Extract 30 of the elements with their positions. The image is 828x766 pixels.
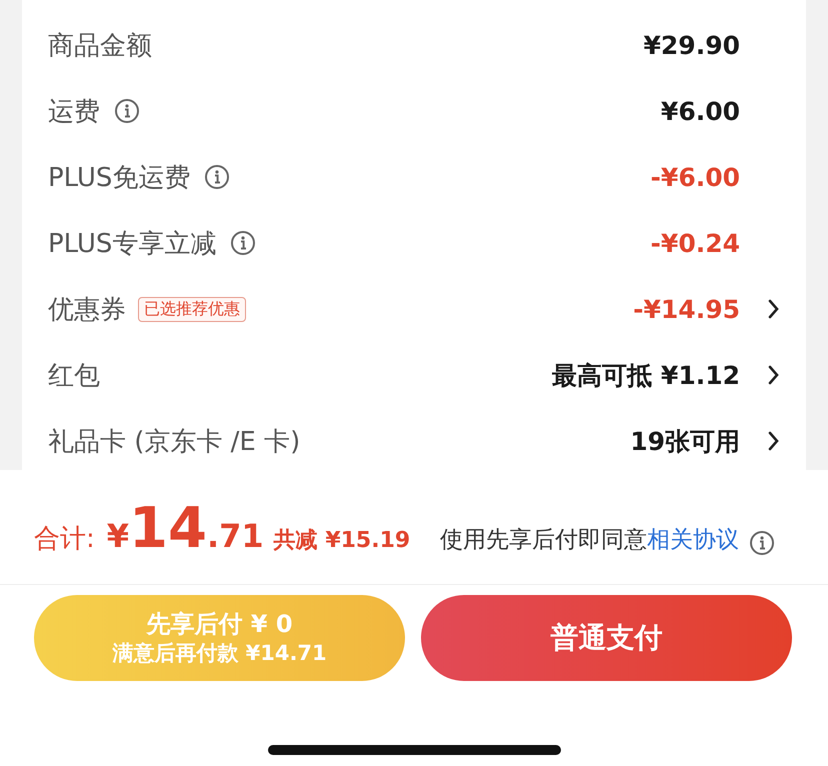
pay-button[interactable]: 普通支付: [421, 595, 792, 681]
row-label: 商品金额: [48, 30, 152, 62]
chevron-icon: [768, 431, 780, 451]
row-label: 运费: [48, 96, 100, 128]
row-value: -¥0.24: [650, 228, 740, 258]
coupon-tag: 已选推荐优惠: [138, 296, 246, 322]
row-value: 最高可抵 ¥1.12: [552, 360, 740, 392]
row-value: -¥6.00: [650, 162, 740, 192]
info-icon[interactable]: [749, 530, 776, 556]
info-icon[interactable]: [114, 98, 140, 124]
info-icon[interactable]: [204, 164, 230, 190]
agreement-link[interactable]: 相关协议: [647, 527, 740, 553]
row-label: 优惠券: [48, 294, 126, 326]
row-value: -¥14.95: [633, 294, 740, 324]
row-value: 19张可用: [630, 426, 740, 458]
info-icon[interactable]: [230, 230, 256, 256]
total-currency: ¥: [106, 517, 130, 555]
total-label: 合计:: [34, 523, 95, 556]
row-label: PLUS免运费: [48, 162, 190, 194]
chevron-icon: [768, 365, 780, 385]
agreement-text: 使用先享后付即同意相关协议: [440, 526, 740, 555]
row-label: 红包: [48, 360, 100, 392]
total-decimal: .71: [206, 517, 264, 555]
row-value: ¥6.00: [660, 96, 740, 126]
row-value: ¥29.90: [644, 30, 740, 60]
total-integer: 14: [129, 496, 207, 561]
chevron-icon: [768, 299, 780, 319]
row-label: PLUS专享立减: [48, 228, 216, 260]
row-label: 礼品卡 (京东卡 /E 卡): [48, 426, 300, 458]
saved-amount: 共减 ¥15.19: [274, 527, 410, 555]
